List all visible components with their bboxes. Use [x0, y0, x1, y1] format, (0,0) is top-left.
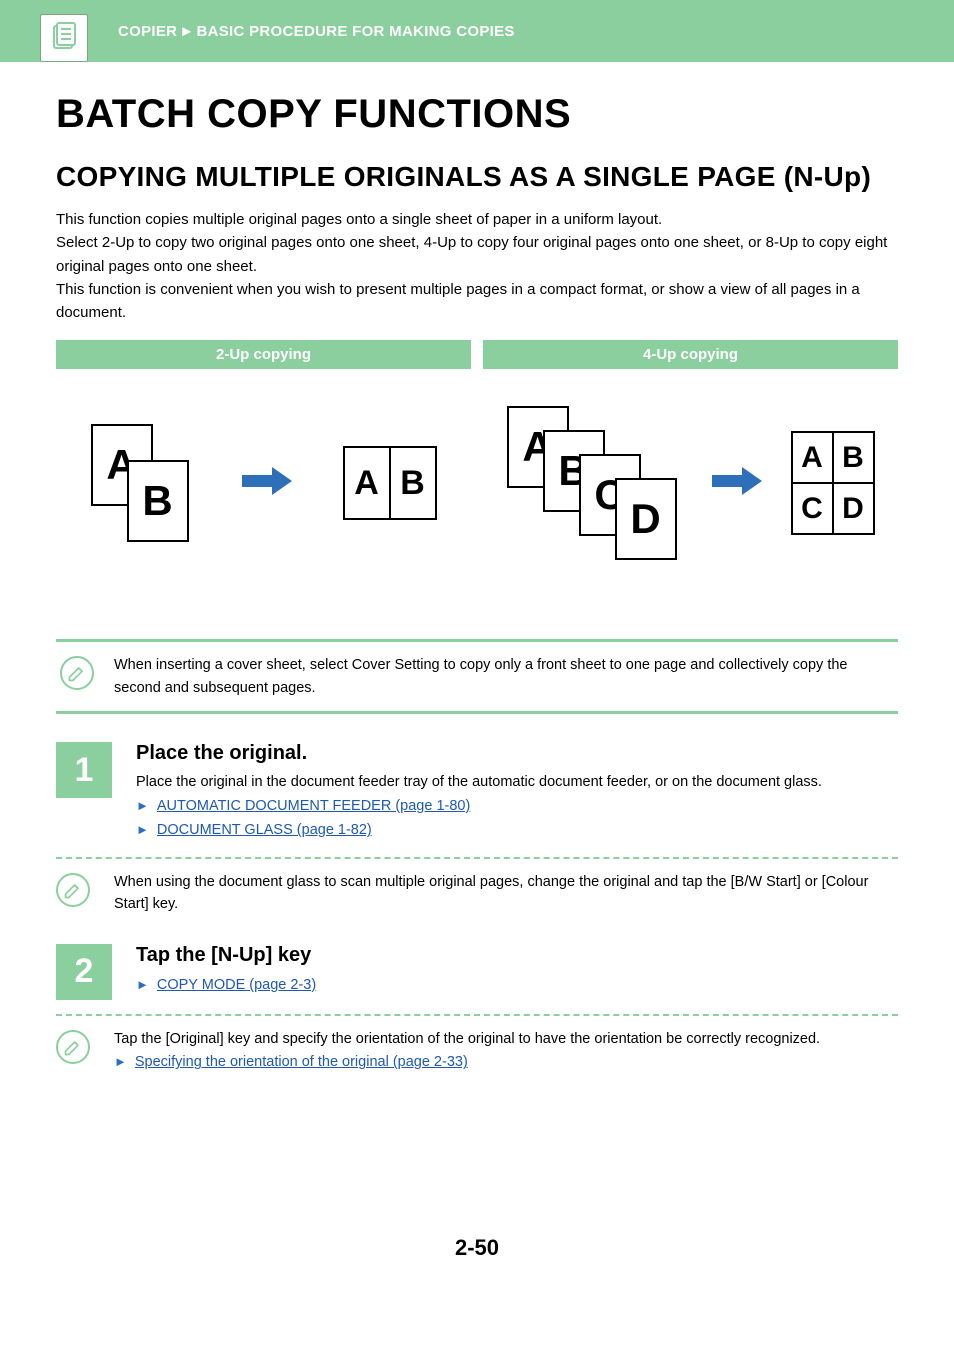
cell-d: D	[834, 484, 873, 533]
link-row-copymode: ► COPY MODE (page 2-3)	[136, 973, 898, 998]
info-note-cover: When inserting a cover sheet, select Cov…	[56, 639, 898, 714]
page-d: D	[615, 478, 677, 560]
result-2up: A B	[343, 446, 437, 520]
step-1-title: Place the original.	[136, 742, 898, 765]
page-title: BATCH COPY FUNCTIONS	[56, 92, 898, 137]
link-automatic-document-feeder[interactable]: AUTOMATIC DOCUMENT FEEDER (page 1-80)	[157, 794, 470, 819]
link-copy-mode[interactable]: COPY MODE (page 2-3)	[157, 973, 316, 998]
step-1-desc: Place the original in the document feede…	[136, 771, 898, 793]
arrow-right-icon	[240, 465, 294, 502]
triangle-bullet-icon: ►	[114, 1051, 127, 1073]
step-1: 1 Place the original. Place the original…	[56, 742, 898, 843]
diagram-container: 2-Up copying A B A B	[56, 340, 898, 597]
cascade-4-pages: A B C D	[507, 406, 683, 560]
dashed-separator	[56, 857, 898, 859]
page-b: B	[127, 460, 189, 542]
step-2-note-text: Tap the [Original] key and specify the o…	[114, 1028, 820, 1050]
intro-p1: This function copies multiple original p…	[56, 208, 898, 231]
page-number: 2-50	[56, 1235, 898, 1291]
cascade-2-pages: A B	[91, 424, 191, 542]
header-band: COPIER►BASIC PROCEDURE FOR MAKING COPIES	[0, 0, 954, 62]
step-2-note: Tap the [Original] key and specify the o…	[56, 1028, 898, 1075]
copier-section-icon	[40, 14, 88, 62]
step-1-note: When using the document glass to scan mu…	[56, 871, 898, 916]
breadcrumb[interactable]: COPIER►BASIC PROCEDURE FOR MAKING COPIES	[118, 23, 515, 40]
link-row-orientation: ► Specifying the orientation of the orig…	[114, 1050, 820, 1075]
step-2-title: Tap the [N-Up] key	[136, 944, 898, 967]
cell-c: C	[793, 484, 834, 533]
intro-p2: Select 2-Up to copy two original pages o…	[56, 231, 898, 278]
step-1-note-text: When using the document glass to scan mu…	[114, 871, 898, 916]
step-number: 1	[56, 742, 112, 798]
step-number: 2	[56, 944, 112, 1000]
cell-b: B	[391, 448, 435, 518]
section-title: COPYING MULTIPLE ORIGINALS AS A SINGLE P…	[56, 159, 898, 194]
step-2: 2 Tap the [N-Up] key ► COPY MODE (page 2…	[56, 944, 898, 1000]
cell-a: A	[345, 448, 391, 518]
document-stack-icon	[48, 22, 80, 54]
link-row-adf: ► AUTOMATIC DOCUMENT FEEDER (page 1-80)	[136, 794, 898, 819]
link-row-glass: ► DOCUMENT GLASS (page 1-82)	[136, 818, 898, 843]
triangle-bullet-icon: ►	[136, 795, 149, 817]
breadcrumb-arrow-icon: ►	[179, 23, 194, 40]
pencil-note-icon	[56, 1030, 90, 1064]
arrow-right-icon	[710, 465, 764, 502]
pencil-note-icon	[56, 873, 90, 907]
link-document-glass[interactable]: DOCUMENT GLASS (page 1-82)	[157, 818, 372, 843]
info-note-text: When inserting a cover sheet, select Cov…	[114, 654, 894, 699]
triangle-bullet-icon: ►	[136, 974, 149, 996]
pencil-note-icon	[60, 656, 94, 690]
triangle-bullet-icon: ►	[136, 819, 149, 841]
link-specifying-orientation[interactable]: Specifying the orientation of the origin…	[135, 1050, 468, 1075]
result-4up: A B C D	[791, 431, 875, 535]
diagram-4up-title: 4-Up copying	[483, 340, 898, 369]
breadcrumb-copier[interactable]: COPIER	[118, 23, 177, 40]
cell-a: A	[793, 433, 834, 482]
dashed-separator	[56, 1014, 898, 1016]
diagram-4up: 4-Up copying A B C D A B	[483, 340, 898, 597]
breadcrumb-basic-procedure[interactable]: BASIC PROCEDURE FOR MAKING COPIES	[196, 23, 514, 40]
intro-text: This function copies multiple original p…	[56, 208, 898, 324]
intro-p3: This function is convenient when you wis…	[56, 278, 898, 325]
cell-b: B	[834, 433, 873, 482]
diagram-2up-title: 2-Up copying	[56, 340, 471, 369]
diagram-2up: 2-Up copying A B A B	[56, 340, 471, 597]
